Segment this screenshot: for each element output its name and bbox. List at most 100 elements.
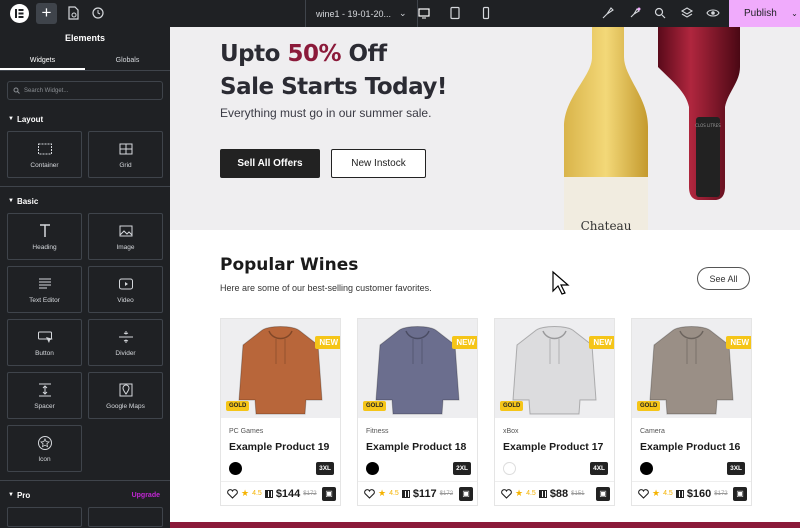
panel-tabs: Widgets Globals [0,50,170,71]
size-badge[interactable]: 3XL [316,462,334,475]
tab-widgets[interactable]: Widgets [0,50,85,70]
map-pin-icon [119,383,132,396]
widget-label: Text Editor [29,296,60,304]
color-swatch[interactable] [640,462,653,475]
widget-label: Image [116,243,135,251]
widget-label: Heading [32,243,57,251]
product-image[interactable]: NEW GOLD [632,319,751,418]
notifications-icon[interactable] [628,6,642,20]
widget-image[interactable]: Image [88,213,163,260]
product-old-price: $172 [303,490,317,497]
widget-pro-locked[interactable] [7,507,82,527]
product-image[interactable]: NEW GOLD [495,319,614,418]
product-name[interactable]: Example Product 18 [366,441,466,453]
upgrade-link[interactable]: Upgrade [132,492,160,499]
heart-icon[interactable] [227,488,238,499]
caret-down-icon: ▼ [8,198,14,204]
color-swatch[interactable] [503,462,516,475]
tab-globals[interactable]: Globals [85,50,170,70]
product-category: PC Games [229,428,264,435]
widget-label: Divider [115,349,136,357]
qr-code-icon[interactable] [538,489,547,498]
panel-title: Elements [64,33,106,43]
new-badge: NEW [726,336,751,349]
size-badge[interactable]: 4XL [590,462,608,475]
widget-container[interactable]: Container [7,131,82,178]
category-label: Basic [16,196,39,206]
size-badge[interactable]: 2XL [453,462,471,475]
see-all-button[interactable]: See All [697,267,750,290]
popular-section-subtitle: Here are some of our best-selling custom… [220,283,432,293]
product-card[interactable]: NEW GOLD xBox Example Product 17 4XL ★ 4… [494,318,615,506]
page-settings-icon[interactable] [66,6,80,20]
product-image[interactable]: NEW GOLD [358,319,477,418]
widget-label: Spacer [34,402,55,410]
search-icon[interactable] [653,6,667,20]
widget-divider[interactable]: Divider [88,319,163,366]
qr-code-icon[interactable] [264,489,273,498]
cart-icon[interactable]: ▣ [322,486,336,501]
heart-icon[interactable] [638,488,649,499]
widget-heading[interactable]: Heading [7,213,82,260]
widget-label: Video [117,296,134,304]
widget-grid[interactable]: Grid [88,131,163,178]
hero-headline-line1: Upto 50% Off [220,41,387,67]
heart-icon[interactable] [364,488,375,499]
spacer-icon [38,383,51,396]
publish-options-chevron-icon[interactable]: ⌄ [789,0,800,27]
document-title-dropdown[interactable]: wine1 - 19-01-20... ⌄ [305,0,418,27]
mobile-view-icon[interactable] [479,6,493,20]
cart-icon[interactable]: ▣ [596,486,610,501]
qr-code-icon[interactable] [675,489,684,498]
widget-search-input[interactable]: Search Widget... [7,81,163,100]
product-old-price: $151 [571,490,585,497]
category-label: Pro [16,490,31,500]
tablet-view-icon[interactable] [448,6,462,20]
history-icon[interactable] [91,6,105,20]
product-name[interactable]: Example Product 19 [229,441,329,453]
product-card[interactable]: NEW GOLD Fitness Example Product 18 2XL … [357,318,478,506]
product-price: $144 [275,487,301,500]
category-layout[interactable]: ▼ Layout [0,113,170,125]
heart-icon[interactable] [501,488,512,499]
widget-icon[interactable]: Icon [7,425,82,472]
category-pro[interactable]: ▼ Pro Upgrade [0,489,170,501]
widget-label: Icon [38,455,51,463]
widget-video[interactable]: Video [88,266,163,313]
site-settings-icon[interactable] [601,6,615,20]
product-image[interactable]: NEW GOLD [221,319,340,418]
product-name[interactable]: Example Product 17 [503,441,603,453]
qr-code-icon[interactable] [401,489,410,498]
widget-text-editor[interactable]: Text Editor [7,266,82,313]
widget-spacer[interactable]: Spacer [7,372,82,419]
size-badge[interactable]: 3XL [727,462,745,475]
widget-button[interactable]: Button [7,319,82,366]
structure-layers-icon[interactable] [680,6,694,20]
new-instock-button[interactable]: New Instock [331,149,426,178]
product-footer: ★ 4.5 $117 $172 ▣ [358,481,477,505]
preview-eye-icon[interactable] [706,6,720,20]
cart-icon[interactable]: ▣ [459,486,473,501]
widget-pro-locked[interactable] [88,507,163,527]
widget-google-maps[interactable]: Google Maps [88,372,163,419]
grid-icon [119,143,132,154]
color-swatch[interactable] [229,462,242,475]
sell-all-offers-button[interactable]: Sell All Offers [220,149,320,178]
cart-icon[interactable]: ▣ [733,486,747,501]
product-price: $88 [549,487,569,500]
product-card[interactable]: NEW GOLD PC Games Example Product 19 3XL… [220,318,341,506]
divider [0,186,170,187]
color-swatch[interactable] [366,462,379,475]
search-icon [13,87,20,94]
container-icon [37,143,52,154]
product-name[interactable]: Example Product 16 [640,441,740,453]
add-element-button[interactable]: + [36,3,57,24]
video-icon [118,278,133,289]
editor-topbar: + wine1 - 19-01-20... ⌄ Publish ⌄ [0,0,800,27]
product-card[interactable]: NEW GOLD Camera Example Product 16 3XL ★… [631,318,752,506]
hero-section: Upto 50% Off Sale Starts Today! Everythi… [170,27,800,230]
category-basic[interactable]: ▼ Basic [0,195,170,207]
elementor-logo-icon[interactable] [10,4,29,23]
desktop-view-icon[interactable] [417,6,431,20]
product-old-price: $172 [714,490,728,497]
